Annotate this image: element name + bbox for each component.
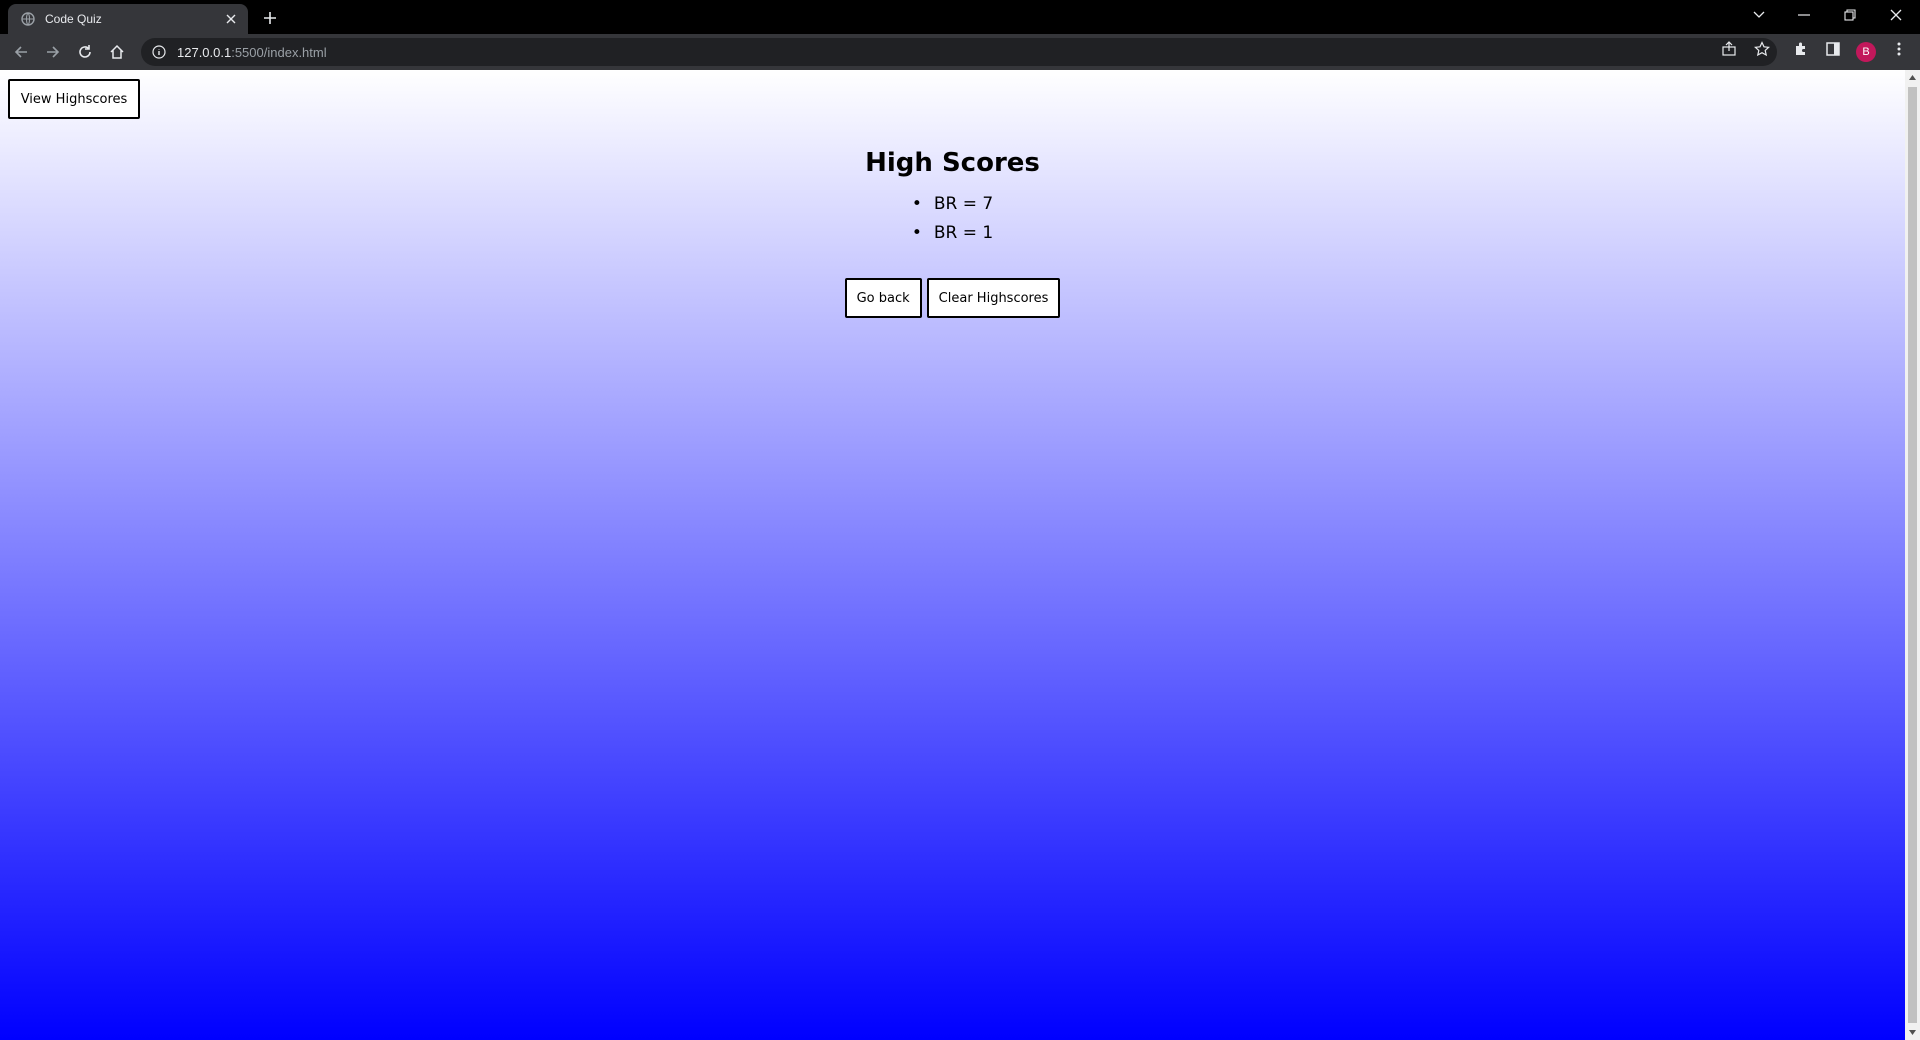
menu-kebab-icon[interactable] — [1890, 40, 1908, 58]
forward-icon[interactable] — [40, 39, 66, 65]
extensions-icon[interactable] — [1792, 40, 1810, 58]
highscores-section: High Scores BR = 7 BR = 1 Go back Clear … — [0, 148, 1905, 318]
address-bar[interactable]: 127.0.0.1:5500/index.html — [141, 38, 1777, 66]
score-item: BR = 1 — [912, 219, 993, 248]
page-viewport: View Highscores High Scores BR = 7 BR = … — [0, 70, 1920, 1040]
scores-list: BR = 7 BR = 1 — [912, 190, 993, 248]
action-buttons: Go back Clear Highscores — [0, 278, 1905, 318]
url-host: 127.0.0.1 — [177, 44, 232, 60]
new-tab-icon[interactable] — [259, 7, 281, 29]
profile-avatar[interactable]: B — [1856, 42, 1876, 62]
url-text: 127.0.0.1:5500/index.html — [177, 45, 327, 60]
clear-highscores-button[interactable]: Clear Highscores — [926, 278, 1061, 318]
share-icon[interactable] — [1720, 40, 1738, 58]
globe-icon — [21, 12, 35, 26]
page-title: High Scores — [865, 148, 1040, 178]
reload-icon[interactable] — [72, 39, 98, 65]
score-item: BR = 7 — [912, 190, 993, 219]
tab-strip: Code Quiz — [0, 0, 1920, 34]
bookmark-star-icon[interactable] — [1753, 40, 1771, 58]
vertical-scrollbar[interactable] — [1905, 70, 1920, 1040]
close-tab-icon[interactable] — [222, 10, 240, 28]
scroll-down-arrow-icon[interactable] — [1905, 1025, 1920, 1040]
home-icon[interactable] — [104, 39, 130, 65]
browser-tab[interactable]: Code Quiz — [8, 4, 248, 34]
restore-icon[interactable] — [1827, 0, 1873, 30]
go-back-button[interactable]: Go back — [844, 278, 922, 318]
back-icon[interactable] — [8, 39, 34, 65]
side-panel-icon[interactable] — [1824, 40, 1842, 58]
browser-toolbar: 127.0.0.1:5500/index.html B — [0, 34, 1920, 70]
tab-title: Code Quiz — [45, 12, 102, 26]
url-path: :5500/index.html — [231, 44, 327, 60]
tab-search-chevron-icon[interactable] — [1736, 0, 1782, 30]
close-window-icon[interactable] — [1873, 0, 1919, 30]
minimize-icon[interactable] — [1781, 0, 1827, 30]
site-info-icon[interactable] — [151, 44, 167, 60]
scroll-up-arrow-icon[interactable] — [1905, 70, 1920, 85]
view-highscores-button[interactable]: View Highscores — [8, 79, 140, 119]
scrollbar-thumb[interactable] — [1908, 87, 1917, 1023]
